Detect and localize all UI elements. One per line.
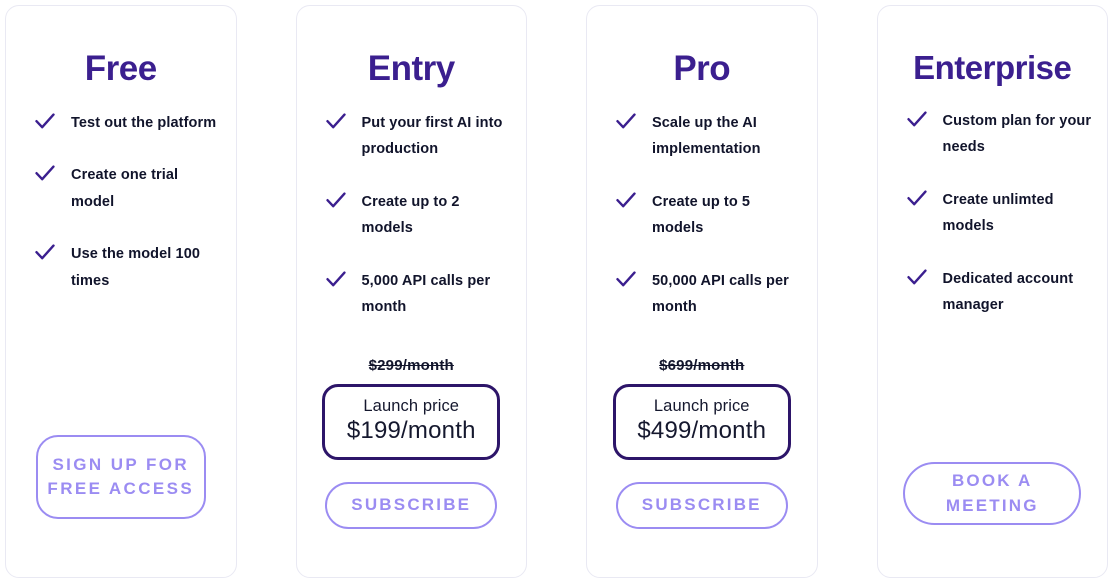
launch-price-box: Launch price $199/month — [322, 383, 501, 460]
plan-feature-list: Put your first AI into production Create … — [297, 110, 527, 346]
feature-text: Scale up the AI implementation — [652, 115, 761, 158]
cta-button-enterprise[interactable]: BOOK A MEETING — [903, 462, 1082, 525]
feature-item: 5,000 API calls per month — [325, 268, 513, 321]
cta-button-entry[interactable]: SUBSCRIBE — [325, 482, 498, 529]
check-icon — [325, 269, 347, 291]
feature-text: Dedicated account manager — [942, 270, 1074, 313]
plan-feature-list: Test out the platform Create one trial mo… — [6, 110, 236, 320]
check-icon — [906, 267, 928, 289]
check-icon — [325, 190, 347, 212]
launch-price-amount: $499/month — [637, 417, 767, 445]
feature-item: Test out the platform — [34, 110, 222, 136]
feature-item: Put your first AI into production — [325, 110, 513, 163]
feature-text: Create up to 2 models — [361, 193, 460, 237]
plan-title: Entry — [367, 49, 455, 88]
feature-text: Create up to 5 models — [652, 193, 751, 237]
feature-item: Create up to 5 models — [615, 189, 803, 242]
check-icon — [615, 190, 637, 212]
check-icon — [906, 188, 928, 210]
cta-button-free[interactable]: SIGN UP FOR FREE ACCESS — [35, 435, 206, 519]
feature-item: Create unlimted models — [906, 187, 1094, 240]
feature-text: Test out the platform — [71, 115, 217, 131]
launch-price-label: Launch price — [653, 396, 750, 415]
feature-item: Use the model 100 times — [34, 241, 222, 294]
plan-feature-list: Custom plan for your needs Create unlimte… — [878, 108, 1108, 344]
original-price: $699/month — [659, 356, 745, 374]
plan-card-pro: Pro Scale up the AI implementation Create … — [586, 5, 818, 578]
feature-text: Create one trial model — [71, 167, 179, 210]
check-icon — [615, 111, 637, 133]
plan-card-entry: Entry Put your first AI into production Cr… — [295, 5, 527, 578]
feature-text: Put your first AI into production — [361, 115, 503, 158]
cta-button-pro[interactable]: SUBSCRIBE — [615, 482, 788, 529]
plan-feature-list: Scale up the AI implementation Create up … — [587, 110, 817, 346]
launch-price-label: Launch price — [363, 396, 460, 415]
feature-item: Custom plan for your needs — [906, 108, 1094, 161]
launch-price-box: Launch price $499/month — [612, 383, 791, 460]
pricing-plans-grid: Free Test out the platform Create one tria… — [0, 0, 1108, 585]
plan-card-free: Free Test out the platform Create one tria… — [5, 5, 237, 578]
original-price: $299/month — [368, 356, 454, 374]
check-icon — [325, 111, 347, 133]
feature-text: 50,000 API calls per month — [652, 272, 789, 315]
feature-item: Dedicated account manager — [906, 266, 1094, 319]
feature-text: Create unlimted models — [942, 191, 1054, 235]
plan-title: Free — [84, 49, 157, 88]
plan-title: Enterprise — [913, 49, 1072, 86]
feature-item: Create one trial model — [34, 162, 222, 215]
check-icon — [34, 163, 56, 185]
plan-card-enterprise: Enterprise Custom plan for your needs Crea… — [876, 5, 1108, 578]
feature-text: 5,000 API calls per month — [361, 272, 491, 315]
launch-price-amount: $199/month — [346, 417, 476, 445]
feature-item: 50,000 API calls per month — [615, 268, 803, 321]
plan-title: Pro — [673, 49, 731, 88]
feature-item: Create up to 2 models — [325, 189, 513, 242]
feature-text: Use the model 100 times — [71, 246, 201, 289]
check-icon — [906, 109, 928, 131]
check-icon — [34, 111, 56, 133]
check-icon — [615, 269, 637, 291]
feature-text: Custom plan for your needs — [942, 113, 1092, 156]
check-icon — [34, 242, 56, 264]
feature-item: Scale up the AI implementation — [615, 110, 803, 163]
